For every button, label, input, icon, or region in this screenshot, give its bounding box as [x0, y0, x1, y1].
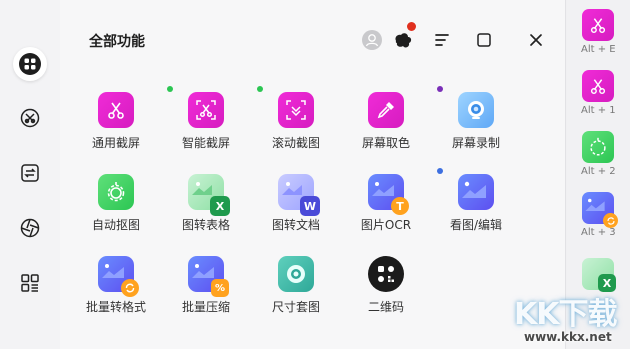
tool-color-picker[interactable]: 屏幕取色 — [341, 92, 431, 151]
size-template-icon — [278, 256, 314, 292]
menu-icon[interactable] — [430, 28, 454, 52]
aperture-icon[interactable] — [13, 211, 47, 245]
tool-qr-code[interactable]: 二维码 — [341, 256, 431, 315]
qr-code-icon — [368, 256, 404, 292]
tool-image-ocr[interactable]: T 图片OCR — [341, 174, 431, 233]
scissors-icon — [582, 70, 614, 102]
image-ocr-icon: T — [368, 174, 409, 215]
tool-general-screenshot[interactable]: 通用截屏 — [71, 92, 161, 151]
site-watermark: KK下载 www.kkx.net — [514, 297, 617, 344]
refresh-badge-icon — [121, 279, 139, 297]
batch-convert-icon — [582, 192, 618, 228]
smart-scissors-icon — [188, 92, 224, 128]
close-icon[interactable] — [524, 28, 548, 52]
convert-icon[interactable] — [13, 156, 47, 190]
notification-dot — [407, 22, 416, 31]
image-to-excel-icon: X — [188, 174, 230, 216]
shortcut-smart-screenshot[interactable]: Alt + 1 — [581, 70, 616, 116]
app-window: 全部功能 通用截屏 智能截屏 滚动截图 屏幕取色 屏幕录制 自动抠图 X 图转表… — [0, 0, 630, 349]
more-apps-icon[interactable] — [13, 266, 47, 300]
camera-icon — [458, 92, 494, 128]
tool-image-to-excel[interactable]: X 图转表格 — [161, 174, 251, 233]
maximize-icon[interactable] — [472, 28, 496, 52]
shortcut-batch-convert[interactable]: Alt + 3 — [581, 192, 618, 238]
shortcut-general-screenshot[interactable]: Alt + E — [581, 9, 616, 55]
tool-screen-record[interactable]: 屏幕录制 — [431, 92, 521, 151]
tool-smart-screenshot[interactable]: 智能截屏 — [161, 92, 251, 151]
tool-auto-cutout[interactable]: 自动抠图 — [71, 174, 161, 233]
refresh-badge-icon — [603, 213, 618, 228]
tool-image-view-edit[interactable]: 看图/编辑 — [431, 174, 521, 233]
tool-batch-compress[interactable]: % 批量压缩 — [161, 256, 251, 315]
left-rail — [0, 0, 60, 349]
scissors-icon — [98, 92, 134, 128]
eyedropper-icon — [368, 92, 404, 128]
batch-convert-icon — [98, 256, 139, 297]
page-title: 全部功能 — [89, 34, 145, 50]
auto-cutout-icon — [98, 174, 134, 210]
batch-compress-icon: % — [188, 256, 229, 297]
tool-size-template[interactable]: 尺寸套图 — [251, 256, 341, 315]
tool-image-to-word[interactable]: W 图转文档 — [251, 174, 341, 233]
all-features-icon[interactable] — [13, 47, 47, 81]
tool-batch-convert[interactable]: 批量转格式 — [71, 256, 161, 315]
tool-scroll-screenshot[interactable]: 滚动截图 — [251, 92, 341, 151]
image-view-icon — [458, 174, 494, 210]
shortcut-auto-cutout[interactable]: Alt + 2 — [581, 131, 616, 177]
features-panel: 全部功能 通用截屏 智能截屏 滚动截图 屏幕取色 屏幕录制 自动抠图 X 图转表… — [60, 0, 566, 349]
scissors-icon — [582, 9, 614, 41]
percent-badge-icon: % — [211, 279, 229, 297]
skin-theme-icon[interactable] — [391, 22, 416, 52]
avatar[interactable] — [360, 28, 384, 52]
auto-cutout-icon — [582, 131, 614, 163]
scroll-capture-icon — [278, 92, 314, 128]
screenshot-icon[interactable] — [13, 101, 47, 135]
image-to-word-icon: W — [278, 174, 320, 216]
